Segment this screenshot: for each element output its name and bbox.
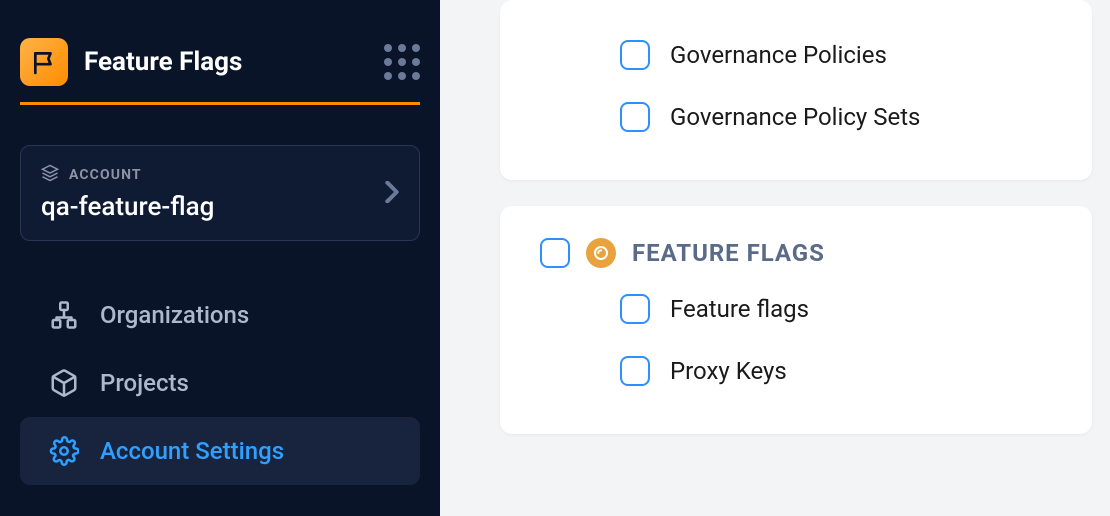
sidebar: Feature Flags ACCOUNT qa-feature-flag — [0, 0, 440, 516]
permission-label: Feature flags — [670, 295, 809, 323]
permission-row: Governance Policies — [540, 24, 1066, 86]
permission-label: Proxy Keys — [670, 357, 787, 385]
gear-icon — [48, 435, 80, 467]
cube-icon — [48, 367, 80, 399]
checkbox-governance-policy-sets[interactable] — [620, 102, 650, 132]
main-content: Governance Policies Governance Policy Se… — [440, 0, 1110, 516]
checkbox-proxy-keys[interactable] — [620, 356, 650, 386]
permission-group-title: FEATURE FLAGS — [632, 239, 825, 267]
sidebar-item-label: Organizations — [100, 301, 249, 329]
checkbox-governance-policies[interactable] — [620, 40, 650, 70]
brand-title: Feature Flags — [84, 47, 242, 77]
sidebar-item-label: Projects — [100, 369, 189, 397]
sidebar-item-projects[interactable]: Projects — [20, 349, 420, 417]
feature-flag-module-icon — [586, 238, 616, 268]
sidebar-item-organizations[interactable]: Organizations — [20, 281, 420, 349]
account-name: qa-feature-flag — [41, 192, 214, 222]
permission-row: Proxy Keys — [540, 340, 1066, 402]
permission-row: Feature flags — [540, 278, 1066, 340]
account-label: ACCOUNT — [69, 167, 142, 183]
permission-label: Governance Policy Sets — [670, 103, 920, 131]
checkbox-feature-flags[interactable] — [620, 294, 650, 324]
sitemap-icon — [48, 299, 80, 331]
layers-icon — [41, 164, 59, 186]
permissions-card-governance: Governance Policies Governance Policy Se… — [500, 0, 1092, 180]
sidebar-item-account-settings[interactable]: Account Settings — [20, 417, 420, 485]
checkbox-feature-flags-group[interactable] — [540, 238, 570, 268]
brand-flag-icon — [20, 38, 68, 86]
brand: Feature Flags — [20, 38, 242, 86]
permissions-card-feature-flags: FEATURE FLAGS Feature flags Proxy Keys — [500, 206, 1092, 434]
apps-grid-icon[interactable] — [384, 44, 420, 80]
sidebar-item-label: Account Settings — [100, 437, 284, 465]
account-card-content: ACCOUNT qa-feature-flag — [41, 164, 214, 222]
sidebar-header: Feature Flags — [20, 30, 420, 105]
permission-group-header: FEATURE FLAGS — [540, 230, 1066, 278]
permission-row: Governance Policy Sets — [540, 86, 1066, 148]
chevron-right-icon — [385, 177, 399, 210]
permission-label: Governance Policies — [670, 41, 887, 69]
account-selector[interactable]: ACCOUNT qa-feature-flag — [20, 145, 420, 241]
